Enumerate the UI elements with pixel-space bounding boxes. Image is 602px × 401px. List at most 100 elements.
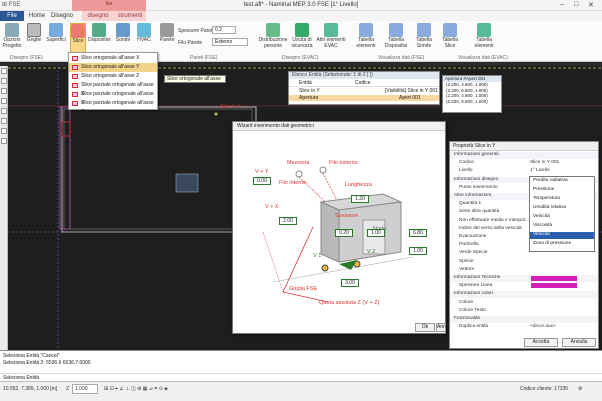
field-altezza[interactable]: 1.00	[367, 229, 385, 237]
settings-icon[interactable]: ⚙	[578, 386, 582, 392]
opzioni-progetto-button[interactable]: Opzioni Progetto	[2, 23, 22, 49]
griglie-button[interactable]: Griglie	[26, 23, 42, 44]
field-vz[interactable]: 1.00	[409, 247, 427, 255]
parete-button[interactable]: Parete	[158, 23, 176, 44]
colore-testo-swatch[interactable]	[531, 283, 577, 288]
label-vy: V + Y	[255, 169, 269, 175]
quantita-option[interactable]: Zona di pressione	[530, 241, 594, 248]
tool-icon[interactable]	[1, 88, 7, 94]
tab-fse-disegno[interactable]: disegno	[82, 11, 114, 21]
tool-icon[interactable]	[1, 108, 7, 114]
annulla-button[interactable]: Annulla	[562, 338, 596, 347]
button-label: Superfici	[46, 37, 66, 43]
minimize-icon[interactable]: –	[560, 1, 564, 8]
tabella-elementi-button[interactable]: Tabella elementi	[354, 23, 378, 49]
tab-disegno[interactable]: Disegno	[50, 11, 74, 21]
entity-list-panel: Elenco Entità (Selezionate: 1 di 2 [ ]) …	[288, 71, 440, 105]
tab-home[interactable]: Home	[26, 11, 48, 21]
tab-fse-strumenti[interactable]: strumenti	[114, 11, 146, 21]
device-icon	[92, 23, 106, 37]
tool-icon[interactable]	[1, 138, 7, 144]
tabella-slice-button[interactable]: Tabella Slice	[438, 23, 462, 49]
property-row[interactable]: Livello 1° Livello	[450, 168, 598, 175]
slice-button[interactable]: Slice	[70, 23, 86, 53]
colore-swatch[interactable]	[531, 276, 577, 281]
command-area[interactable]: Seleziona Entità "Cancel" Seleziona Enti…	[0, 350, 602, 373]
menu-item-slice-x[interactable]: Slice ortogonale all'asse X	[69, 54, 157, 63]
superfici-button[interactable]: Superfici	[46, 23, 66, 44]
sonde-button[interactable]: Sonde	[114, 23, 132, 44]
cancel-button[interactable]: Annulla	[436, 323, 454, 332]
property-row[interactable]: Colore	[450, 300, 598, 307]
menu-item-partial-slice-x[interactable]: Slice parziale ortogonale all'asse X	[69, 81, 157, 97]
partial-slice-x-icon	[72, 83, 78, 88]
property-row[interactable]: Colore Testo	[450, 308, 598, 315]
field-vx[interactable]: 2.00	[279, 217, 297, 225]
tabella-dispositivi-button[interactable]: Tabella Dispositivi	[382, 23, 410, 49]
tabella-sonde-button[interactable]: Tabella Sonde	[412, 23, 436, 49]
quantita-option[interactable]: Velocità	[530, 214, 594, 221]
quantita-option[interactable]: Viscosità	[530, 223, 594, 230]
quantita-option[interactable]: Perdita radiativa	[530, 178, 594, 185]
quantita-option[interactable]: Temperatura	[530, 196, 594, 203]
distribuzione-persone-button[interactable]: Distribuzione persone	[258, 23, 288, 49]
hvac-icon	[137, 23, 151, 37]
field-lunghezza[interactable]: 1.20	[351, 195, 369, 203]
button-label: Griglie	[26, 37, 42, 43]
ok-button[interactable]: Ok	[415, 323, 435, 332]
property-key: Funzionalità	[454, 316, 480, 321]
tool-icon[interactable]	[1, 78, 7, 84]
property-row[interactable]: Codice Slice in Y 001	[450, 160, 598, 167]
menu-item-slice-y[interactable]: Slice ortogonale all'asse Y	[69, 63, 157, 72]
group-disegno-fse: Disegno (FSE)	[10, 55, 43, 61]
filo-parete-select[interactable]: Esterno	[212, 38, 248, 46]
field-griglia[interactable]: 3.00	[341, 279, 359, 287]
wizard-title: Wizard inserimento dati geometrici	[233, 122, 445, 131]
close-icon[interactable]: ✕	[588, 1, 594, 9]
tool-icon[interactable]	[1, 98, 7, 104]
status-tool-icons[interactable]: ⊞ ⊡ ⌖ ∠ ⊥ ◫ ⊕ ▦ ⊿ ⌗ ⊙ ◈	[104, 386, 168, 392]
altri-elementi-evac-button[interactable]: Altri elementi EVAC	[316, 23, 346, 49]
property-key: Punto inserimento	[459, 184, 498, 190]
col-codice: Codice	[355, 80, 371, 86]
tool-icon[interactable]	[1, 68, 7, 74]
property-row[interactable]: Vettore	[450, 267, 598, 274]
uscita-sicurezza-button[interactable]: Uscita di sicurezza	[290, 23, 314, 49]
field-spessore[interactable]: 0.20	[335, 229, 353, 237]
property-row[interactable]: Specie	[450, 259, 598, 266]
command-prompt[interactable]: Seleziona Entità	[0, 373, 602, 381]
menu-item-partial-slice-z[interactable]: Slice parziale ortogonale all'asse Z	[69, 99, 157, 115]
group-visualizza-fse: Visualizza dati (FSE)	[378, 55, 425, 61]
property-value: 1° Livello	[530, 168, 550, 174]
menu-item-slice-z[interactable]: Slice ortogonale all'asse Z	[69, 72, 157, 81]
quantita-option[interactable]: Umidità relativa	[530, 205, 594, 212]
dispositivi-button[interactable]: Dispositivi	[88, 23, 111, 44]
quantita-option[interactable]: Pressione	[530, 187, 594, 194]
filo-parete-label: Filo Parete	[178, 40, 203, 46]
label-filo-interno: Filo interno	[279, 180, 307, 186]
spessore-parete-field[interactable]: 0.2	[212, 26, 236, 34]
tab-file[interactable]: File	[0, 11, 24, 21]
tool-icon[interactable]	[1, 118, 7, 124]
label-v1: V 1	[313, 253, 322, 259]
button-label: Sonde	[115, 37, 131, 43]
menu-item-partial-slice-y[interactable]: Slice parziale ortogonale all'asse Y	[69, 90, 157, 106]
tool-icon[interactable]	[1, 128, 7, 134]
button-label: Dispositivi	[88, 37, 111, 43]
exit-icon	[295, 23, 309, 37]
property-row[interactable]: Duplica entità <dicce.aux>	[450, 324, 598, 331]
quantita-option[interactable]: Velocità	[530, 232, 594, 239]
evac-icon	[324, 23, 338, 37]
accetta-button[interactable]: Accetta	[524, 338, 558, 347]
table-row[interactable]: Slice in Y [Visibilità] Slice in Y 001	[289, 88, 439, 94]
hvac-button[interactable]: HVAC	[134, 23, 154, 44]
field-vy[interactable]: 0.00	[253, 177, 271, 185]
tabella-elementi-evac-button[interactable]: Tabella elementi	[470, 23, 498, 49]
button-label: Altri elementi EVAC	[316, 37, 346, 49]
label-v2: V 2	[367, 249, 376, 255]
z-input[interactable]: 1.000	[72, 384, 98, 394]
property-key: Colore Testo	[459, 307, 486, 313]
field-quota-z[interactable]: 6.80	[409, 229, 427, 237]
maximize-icon[interactable]: □	[574, 1, 578, 8]
table-row[interactable]: Apertura Apert 001	[289, 95, 439, 101]
